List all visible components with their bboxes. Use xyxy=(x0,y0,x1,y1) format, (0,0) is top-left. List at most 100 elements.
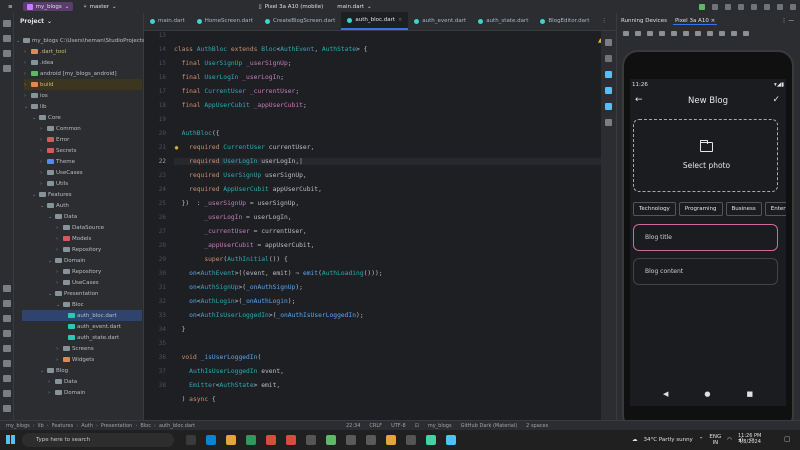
file-encoding[interactable]: UTF-8 xyxy=(391,423,406,429)
breadcrumb-item[interactable]: Auth xyxy=(81,423,93,429)
nav-recents-icon[interactable]: ■ xyxy=(746,390,753,398)
tree-item[interactable]: › .dart_tool xyxy=(24,46,66,57)
tab-create-blog-screen[interactable]: CreateBlogScreen.dart xyxy=(259,12,341,30)
taskbar-clock[interactable]: 11:26 PM 4/8/2024 xyxy=(738,433,761,445)
vscode-icon[interactable] xyxy=(206,435,216,445)
check-icon[interactable]: ✓ xyxy=(772,95,780,105)
run-icon[interactable] xyxy=(699,3,705,10)
tree-item[interactable]: ⌄ lib xyxy=(24,101,47,112)
tree-item[interactable]: › UseCases xyxy=(40,167,83,178)
tree-item[interactable]: › Repository xyxy=(56,244,101,255)
screenshot-icon[interactable] xyxy=(719,31,725,36)
breadcrumb-item[interactable]: Presentation xyxy=(101,423,132,429)
tree-item[interactable]: › .idea xyxy=(24,57,54,68)
app-icon[interactable] xyxy=(366,435,376,445)
theme-selector[interactable]: GitHub Dark (Material) xyxy=(461,423,518,429)
screen-record-icon[interactable] xyxy=(731,31,737,36)
chevron-up-icon[interactable]: ⌃ xyxy=(699,437,704,443)
tree-item[interactable]: › android [my_blogs_android] xyxy=(24,68,117,79)
weather-text[interactable]: 34°C Partly sunny xyxy=(644,437,693,443)
project-tool-icon[interactable] xyxy=(3,20,11,27)
edge-icon[interactable] xyxy=(246,435,256,445)
logcat-icon[interactable] xyxy=(3,330,11,337)
tree-item[interactable]: ⌄ Core xyxy=(32,112,61,123)
breadcrumb-item[interactable]: auth_bloc.dart xyxy=(159,423,195,429)
search-icon[interactable] xyxy=(738,3,744,10)
task-view-icon[interactable] xyxy=(186,435,196,445)
tree-item[interactable]: ⌄ Bloc xyxy=(56,299,84,310)
flutter-performance-icon[interactable] xyxy=(605,103,612,110)
commit-tool-icon[interactable] xyxy=(3,35,11,42)
tree-item[interactable]: › Error xyxy=(40,134,69,145)
device-selector[interactable]: ▯ Pixel 3a A10 (mobile) xyxy=(255,2,328,11)
wifi-icon[interactable]: ◠ xyxy=(727,437,732,443)
git-icon[interactable] xyxy=(3,390,11,397)
chip-technology[interactable]: Technology xyxy=(633,202,676,216)
app-icon[interactable] xyxy=(266,435,276,445)
tree-item[interactable]: ⌄ Features xyxy=(32,189,72,200)
volume-up-icon[interactable] xyxy=(635,31,641,36)
tree-item[interactable]: ⌄ Blog xyxy=(40,365,68,376)
tab-auth-event[interactable]: auth_event.dart xyxy=(408,12,472,30)
vcs-project[interactable]: my_blogs xyxy=(428,423,452,429)
tree-item[interactable]: › Utils xyxy=(40,178,68,189)
volume-down-icon[interactable] xyxy=(647,31,653,36)
chip-business[interactable]: Business xyxy=(725,202,762,216)
project-panel-header[interactable]: Project ⌄ xyxy=(14,13,143,29)
tab-main-dart[interactable]: main.dart xyxy=(144,12,191,30)
minimize-icon[interactable] xyxy=(764,3,770,10)
file-explorer-icon[interactable] xyxy=(386,435,396,445)
app-icon[interactable] xyxy=(306,435,316,445)
tree-item[interactable]: › Screens xyxy=(56,343,94,354)
tree-item[interactable]: › Data xyxy=(48,376,77,387)
lang-indicator[interactable]: ENG IN xyxy=(709,434,721,446)
todo-icon[interactable] xyxy=(3,405,11,412)
device-tab[interactable]: Pixel 3a A10 × xyxy=(672,18,718,25)
nav-back-icon[interactable]: ◀ xyxy=(663,390,668,398)
tree-item[interactable]: auth_state.dart xyxy=(68,332,119,343)
weather-icon[interactable]: ☁ xyxy=(632,437,638,443)
app-inspection-icon[interactable] xyxy=(3,345,11,352)
tree-item[interactable]: › Widgets xyxy=(56,354,94,365)
project-selector[interactable]: my_blogs ⌄ xyxy=(22,2,74,11)
tree-item[interactable]: › Secrets xyxy=(40,145,76,156)
more-vertical-icon[interactable]: ⋮ — xyxy=(781,18,800,24)
lock-icon[interactable]: ⊡ xyxy=(415,423,419,429)
run-config-selector[interactable]: main.dart ⌄ xyxy=(333,2,375,11)
tree-item[interactable]: › UseCases xyxy=(56,277,99,288)
tree-item[interactable]: ⌄ my_blogs C:\Users\heman\StudioProjects xyxy=(16,35,145,46)
indent-setting[interactable]: 2 spaces xyxy=(526,423,548,429)
overview-icon[interactable] xyxy=(707,31,713,36)
tree-item[interactable]: › Repository xyxy=(56,266,101,277)
home-icon[interactable] xyxy=(695,31,701,36)
select-photo-area[interactable]: Select photo xyxy=(633,119,778,192)
stop-icon[interactable] xyxy=(725,3,731,10)
tab-auth-state[interactable]: auth_state.dart xyxy=(472,12,534,30)
tree-item-selected[interactable]: auth_bloc.dart xyxy=(22,310,142,321)
tree-item[interactable]: › ios xyxy=(24,90,48,101)
tree-item[interactable]: › Models xyxy=(56,233,91,244)
terminal-icon[interactable] xyxy=(3,360,11,367)
app-icon[interactable] xyxy=(346,435,356,445)
resource-manager-icon[interactable] xyxy=(3,285,11,292)
back-icon[interactable] xyxy=(683,31,689,36)
breadcrumb-item[interactable]: Features xyxy=(52,423,74,429)
android-studio-icon[interactable] xyxy=(426,435,436,445)
device-manager-icon[interactable] xyxy=(605,119,612,126)
power-icon[interactable] xyxy=(623,31,629,36)
line-separator[interactable]: CRLF xyxy=(369,423,382,429)
code-editor[interactable]: 13 14 15 16 17 18 19 20 21 22 23 24 25 26 27 28 29 30 31 32… xyxy=(144,31,616,420)
tree-item[interactable]: ⌄ Auth xyxy=(40,200,69,211)
gradle-icon[interactable] xyxy=(605,55,612,62)
notification-center-icon[interactable]: ▢ xyxy=(784,435,791,443)
close-icon[interactable] xyxy=(790,3,796,10)
breadcrumb-item[interactable]: Bloc xyxy=(140,423,151,429)
tab-blog-editor[interactable]: BlogEditor.dart xyxy=(534,12,595,30)
flutter-icon[interactable] xyxy=(446,435,456,445)
main-menu-button[interactable]: ≡ xyxy=(4,2,17,11)
chrome-icon[interactable] xyxy=(226,435,236,445)
windows-start-icon[interactable] xyxy=(6,435,15,444)
chip-programing[interactable]: Programing xyxy=(678,202,723,216)
cursor-position[interactable]: 22:34 xyxy=(346,423,360,429)
run-tool-icon[interactable] xyxy=(3,315,11,322)
